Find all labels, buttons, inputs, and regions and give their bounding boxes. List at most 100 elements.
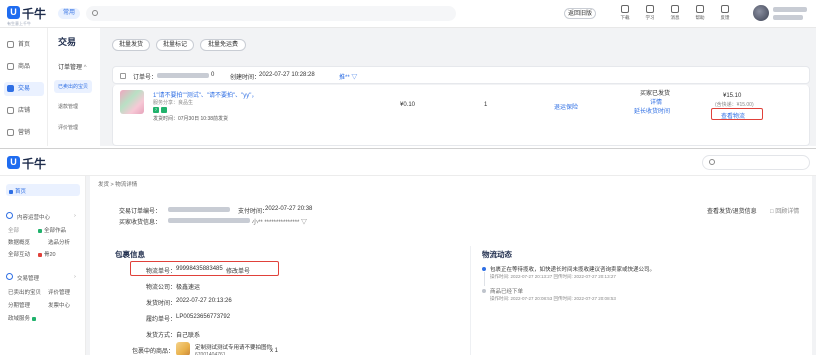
breadcrumb: 发货 > 物流详情: [98, 180, 137, 188]
nav-item-trade[interactable]: 交易: [4, 82, 44, 96]
product-title[interactable]: 1"请不要拍""测试"、"请不要拍"、"yy"，: [153, 90, 257, 99]
order-no-blurred: [157, 73, 209, 78]
nav2-badge[interactable]: 骨20: [38, 250, 56, 258]
contract-value: LP00523656773792: [176, 314, 231, 320]
secondary-nav: 交易 订单管理 ^ 已卖出的宝贝 退款管理 评价管理: [48, 28, 100, 146]
subnav-item-review[interactable]: 评价管理: [58, 124, 78, 131]
order-checkbox[interactable]: [120, 73, 126, 79]
new-dot-icon: [31, 316, 36, 321]
qianniu-logo-icon: U: [7, 6, 20, 19]
package-items-label: 包裹中的商品：: [132, 349, 175, 355]
ship-time-label: 发货时间：: [146, 301, 177, 307]
side-nav-2: 首页 内容运营中心 › 全部 全部作品 数据概览 选品分析 全部互动 骨20 交…: [0, 176, 86, 355]
back-to-old-button[interactable]: 返回旧版: [564, 8, 596, 19]
unit-price: ¥0.10: [400, 102, 416, 108]
nav2-invoice[interactable]: 发票中心: [48, 301, 70, 309]
alert-dot-icon: [38, 252, 42, 257]
batch-free-shipping-button[interactable]: 批量免运费: [200, 39, 246, 51]
product-spec: 服务分享：良品生: [153, 100, 194, 106]
method-value: 自己联系: [176, 333, 201, 339]
refund-insurance-link[interactable]: 退运保险: [554, 102, 578, 111]
created-time: 2022-07-27 10:28:28: [259, 72, 315, 78]
back-detail-link[interactable]: □ 回顾详情: [770, 206, 799, 215]
company-label: 物流公司：: [146, 285, 177, 291]
section-divider: [470, 246, 471, 355]
created-label: 创建时间：: [230, 75, 261, 81]
batch-mark-button[interactable]: 批量标记: [156, 39, 194, 51]
subnav-group-order[interactable]: 订单管理 ^: [58, 62, 87, 71]
package-item-name[interactable]: 定制测试测试专用请不要拍图你: [195, 343, 272, 351]
avatar[interactable]: [753, 5, 769, 21]
search-icon: [709, 159, 715, 165]
nav-item-marketing[interactable]: 营销: [4, 126, 44, 140]
order-header-row: 订单号： 0 创建时间： 2022-07-27 10:28:28 推** ▽: [112, 66, 810, 84]
home-icon: [9, 189, 13, 194]
nav2-blank: 全部: [8, 228, 20, 234]
nav-item-goods[interactable]: 商品: [4, 60, 44, 74]
product-thumbnail[interactable]: [120, 90, 144, 114]
package-item-thumbnail[interactable]: [176, 342, 190, 355]
download-icon[interactable]: [621, 5, 629, 13]
download-label: 下载: [620, 15, 630, 20]
buyer-addr-blurred: [168, 218, 250, 223]
breadcrumb-root[interactable]: 发货: [98, 182, 109, 188]
nav2-all-interaction[interactable]: 全部互动: [8, 250, 30, 258]
chevron-right-icon: ›: [74, 213, 76, 219]
shop-icon: [7, 107, 14, 114]
timeline-dot: [482, 289, 486, 293]
order-flag[interactable]: 推** ▽: [339, 72, 357, 81]
nav2-sold-items[interactable]: 已卖出的宝贝: [8, 288, 41, 296]
help-label: 帮助: [695, 15, 705, 20]
top-bar: U 千牛 有生意上千牛 常用 返回旧版 下载 学习 消息 帮助 反馈: [0, 0, 816, 28]
shop-id-blurred: [773, 15, 803, 20]
nav2-installments[interactable]: 分期管理: [8, 301, 30, 309]
help-icon[interactable]: [696, 5, 704, 13]
nav2-reviews[interactable]: 评价管理: [48, 288, 70, 296]
nav2-data-overview[interactable]: 数据概览: [8, 238, 30, 246]
nav-label: 商品: [18, 64, 31, 70]
method-label: 发货方式：: [146, 333, 177, 339]
logo-slogan: 有生意上千牛: [7, 21, 31, 26]
timeline-line: [483, 272, 485, 286]
search-icon: [92, 10, 98, 16]
order-no-label: 交易订单编号：: [119, 209, 162, 215]
nav2-service[interactable]: 政域服务: [8, 314, 38, 322]
nav2-home[interactable]: 首页: [6, 184, 80, 196]
nav2-content-center[interactable]: 内容运营中心: [17, 213, 50, 221]
buyer-addr-label: 买家收货信息：: [119, 220, 162, 226]
chevron-right-icon: ›: [74, 274, 76, 280]
nav2-selection-analysis[interactable]: 选品分析: [48, 238, 70, 246]
subnav-item-sold[interactable]: 已卖出的宝贝: [54, 80, 93, 93]
package-item-qty: x 1: [270, 348, 279, 354]
favorites-pill[interactable]: 常用: [58, 8, 80, 19]
goods-icon: [7, 63, 14, 70]
service-tag-icon-2: [161, 107, 167, 113]
nav-item-home[interactable]: 首页: [4, 38, 44, 52]
nav2-all-works[interactable]: 全部作品: [38, 226, 66, 234]
study-label: 学习: [645, 15, 655, 20]
order-item-row: 1"请不要拍""测试"、"请不要拍"、"yy"， 服务分享：良品生 7 发货时间…: [112, 85, 810, 146]
buyer-addr-tail[interactable]: 小** *************** ▽: [252, 217, 307, 226]
highlight-box: [130, 261, 279, 276]
pay-time-label: 支付时间：: [238, 209, 269, 215]
search-input-2[interactable]: [702, 155, 810, 170]
search-input[interactable]: [86, 6, 456, 21]
order-total-note: (含快递：¥15.00): [715, 102, 754, 108]
order-status: 买家已发货: [640, 91, 671, 97]
pay-time: 2022-07-27 20:38: [265, 206, 313, 212]
extend-receipt-link[interactable]: 延长收货时间: [634, 106, 670, 115]
nav-item-shop[interactable]: 店铺: [4, 104, 44, 118]
nav2-trade-mgmt[interactable]: 交易管理: [17, 274, 39, 282]
view-shipping-link[interactable]: 查看发货/退货信息: [707, 206, 757, 215]
detail-link[interactable]: 详情: [650, 97, 662, 106]
marketing-icon: [7, 129, 14, 136]
ship-deadline: 发货时间：07月30日 10:38前发货: [153, 116, 229, 122]
feedback-label: 反馈: [720, 15, 730, 20]
study-icon[interactable]: [646, 5, 654, 13]
home-icon: [7, 41, 14, 48]
timeline-event-2: 商品已经下单: [490, 289, 524, 295]
feedback-icon[interactable]: [721, 5, 729, 13]
batch-ship-button[interactable]: 批量发货: [112, 39, 150, 51]
subnav-item-refund[interactable]: 退款管理: [58, 103, 78, 110]
message-icon[interactable]: [671, 5, 679, 13]
